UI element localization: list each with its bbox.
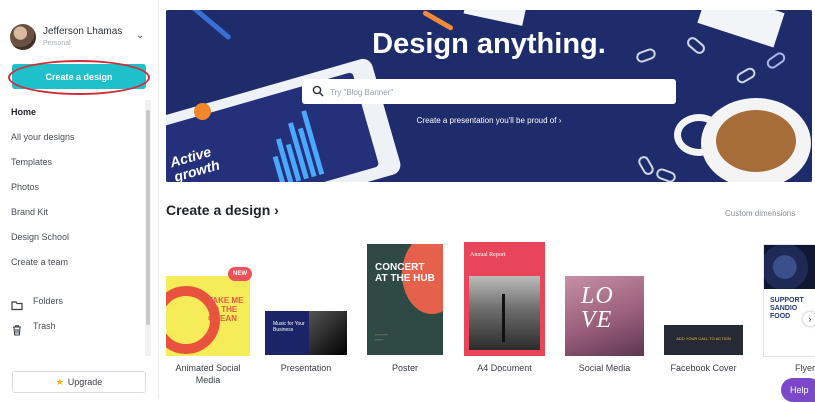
avatar [10,24,36,50]
paperclip-decoration [734,65,758,86]
sidebar-item-trash[interactable]: Trash [0,314,148,339]
hero-banner: Activegrowth Design anything. Create a p… [166,10,812,182]
tile-thumb-photo [764,245,815,289]
tile-label-presentation: Presentation [280,363,332,373]
star-icon: ★ [55,376,64,387]
account-name: Jefferson Lhamas [43,26,123,37]
chevron-down-icon[interactable]: ⌄ [136,30,144,41]
help-button[interactable]: Help [781,378,815,402]
sidebar-item-design-school[interactable]: Design School [0,225,148,250]
tile-thumb-text: SUPPORT SANDIO FOOD [770,297,804,320]
account-switcher[interactable]: Jefferson Lhamas Personal ⌄ [10,22,150,52]
new-badge: NEW [228,267,252,281]
folder-icon [11,296,23,310]
design-tile-presentation[interactable]: Music for Your Business [265,311,347,355]
design-tile-animated-social[interactable]: TAKE ME TO THE OCEAN [166,276,250,356]
upgrade-button[interactable]: ★ Upgrade [12,371,146,393]
sidebar-item-home[interactable]: Home [0,100,148,125]
account-plan: Personal [43,40,71,47]
carousel-next-button[interactable]: › [803,312,815,326]
sidebar-nav: Home All your designs Templates Photos B… [0,100,148,275]
lighthouse-graphic [502,294,505,342]
sidebar-scrollbar-thumb[interactable] [146,110,150,325]
sidebar-item-photos[interactable]: Photos [0,175,148,200]
poster-meta: ◦◦◦◦◦◦◦◦◦ ◦◦◦◦◦◦ [375,332,388,342]
tile-thumb-text: ADD YOUR CALL TO ACTION [676,336,731,341]
tile-label-a4-document: A4 Document [477,363,532,373]
design-tile-flyer[interactable]: SUPPORT SANDIO FOOD [763,244,815,357]
design-tile-a4-document[interactable]: Annual Report [464,242,545,356]
tile-thumb-photo [309,311,347,355]
tile-label-social-media: Social Media [578,363,631,373]
sidebar-item-create-team[interactable]: Create a team [0,250,148,275]
sidebar-item-folders[interactable]: Folders [0,289,148,314]
tile-thumb-text: Music for Your Business [273,321,305,333]
section-title[interactable]: Create a design › [166,202,279,218]
sidebar-item-label: Folders [33,296,64,306]
banner-title: Design anything. [372,28,606,60]
tile-label-animated-social: Animated Social Media [160,362,256,386]
trash-icon [11,321,23,336]
paperclip-decoration [636,154,656,177]
search-icon [312,85,324,97]
tablet-text: Active growth [168,143,222,182]
tile-label-text: Animated Social Media [175,363,241,385]
tile-thumb-text: TAKE ME TO THE OCEAN [208,296,244,323]
tile-label-facebook-cover: Facebook Cover [670,363,737,373]
paper-decoration [463,10,529,26]
tile-thumb-text: CONCERT AT THE HUB [375,262,435,284]
search-bar[interactable] [302,79,676,104]
design-tile-facebook-cover[interactable]: ADD YOUR CALL TO ACTION [664,325,743,355]
sidebar-item-brand-kit[interactable]: Brand Kit [0,200,148,225]
upgrade-label: Upgrade [67,376,103,387]
design-tile-poster[interactable]: CONCERT AT THE HUB ◦◦◦◦◦◦◦◦◦ ◦◦◦◦◦◦ [367,244,443,355]
banner-subtitle-link[interactable]: Create a presentation you'll be proud of… [166,116,812,125]
sidebar-folders: Folders Trash [0,289,148,339]
sidebar-item-templates[interactable]: Templates [0,150,148,175]
custom-dimensions-link[interactable]: Custom dimensions [725,209,795,218]
search-input[interactable] [328,81,662,103]
tile-thumb-text: Annual Report [470,252,506,258]
paperclip-decoration [654,166,678,182]
tile-label-poster: Poster [391,363,418,373]
design-tile-social-media[interactable]: LO VE [565,276,644,356]
tile-label-flyer: Flyer [795,363,815,373]
tile-thumb-text: LO VE [581,283,614,333]
create-design-button[interactable]: Create a design [12,64,146,89]
sidebar-item-all-designs[interactable]: All your designs [0,125,148,150]
sidebar-item-label: Trash [33,321,56,331]
sidebar: Jefferson Lhamas Personal ⌄ Create a des… [0,0,159,398]
